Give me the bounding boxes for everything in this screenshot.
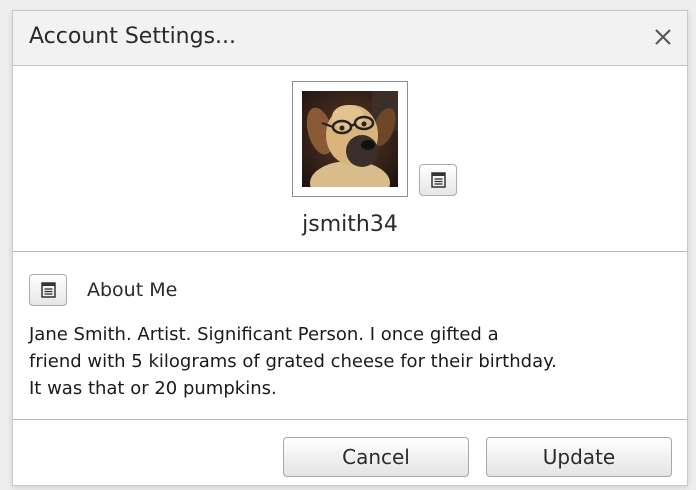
dialog-footer: Cancel Update (13, 420, 687, 485)
profile-section: jsmith34 (13, 66, 687, 252)
dog-avatar-image (302, 91, 398, 187)
about-me-text: Jane Smith. Artist. Significant Person. … (29, 321, 669, 402)
dialog-titlebar: Account Settings... (13, 11, 687, 66)
about-line: Jane Smith. Artist. Significant Person. … (29, 324, 499, 345)
cancel-button[interactable]: Cancel (283, 437, 469, 477)
dialog-title: Account Settings... (29, 24, 237, 49)
about-line: friend with 5 kilograms of grated cheese… (29, 351, 557, 372)
account-settings-dialog: Account Settings... jsmith34 About Me Ja… (12, 10, 688, 486)
edit-document-icon (41, 282, 56, 298)
avatar[interactable] (292, 81, 408, 197)
close-icon[interactable] (651, 25, 675, 49)
username-label: jsmith34 (302, 212, 398, 237)
edit-about-button[interactable] (29, 274, 67, 306)
edit-avatar-button[interactable] (419, 164, 457, 196)
update-button[interactable]: Update (486, 437, 672, 477)
about-me-section: About Me Jane Smith. Artist. Significant… (13, 252, 687, 420)
about-line: It was that or 20 pumpkins. (29, 378, 277, 399)
edit-document-icon (431, 172, 446, 188)
about-me-heading: About Me (87, 279, 178, 301)
